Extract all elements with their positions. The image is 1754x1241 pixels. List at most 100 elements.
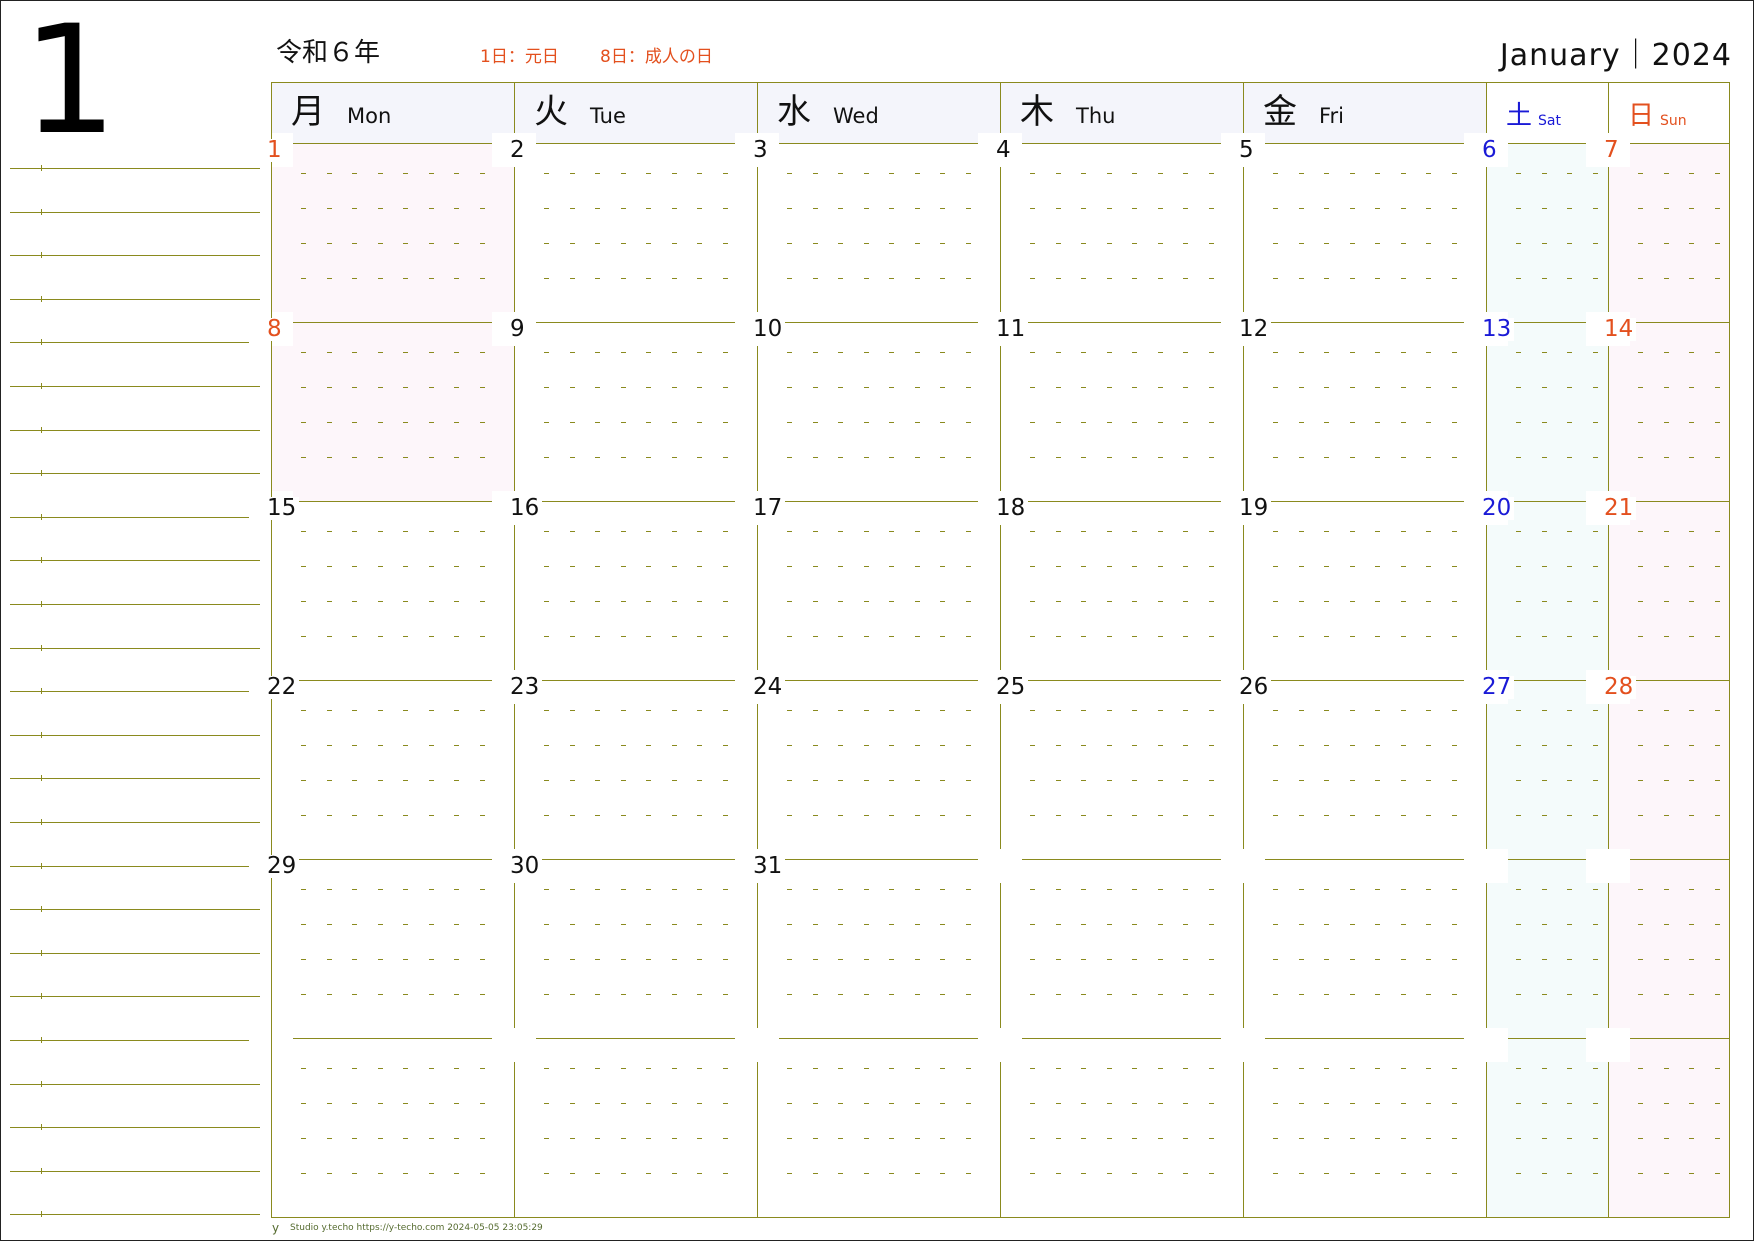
note-tick [41,950,42,956]
weekday-jp: 火 [534,92,568,132]
weekday-en: Sun [1660,113,1687,129]
note-line [10,1214,260,1215]
note-tick [41,296,42,302]
note-line [10,255,260,256]
note-line [10,473,260,474]
grid-frame [271,82,1730,1218]
note-line [10,822,260,823]
note-line [10,168,260,169]
weekday-header: 木 Thu [1000,83,1243,143]
note-line [10,560,260,561]
note-line [10,996,260,997]
day-number: 16 [507,497,543,520]
footer-credit: Studio y.techo https://y-techo.com 2024-… [290,1223,543,1233]
note-tick [41,819,42,825]
weekday-en: Thu [1076,104,1116,128]
month-year-title: January｜2024 [1499,38,1732,73]
day-number: 9 [507,318,528,341]
day-number: 19 [1236,497,1272,520]
note-line [10,735,260,736]
era-year-label: 令和６年 [276,38,381,68]
note-line [10,386,260,387]
note-tick [41,645,42,651]
day-number: 18 [993,497,1029,520]
note-tick [41,1211,42,1217]
note-tick [41,775,42,781]
note-line [10,866,260,867]
day-number: 3 [750,139,771,162]
day-number: 29 [264,855,300,878]
holiday-note-2: 8日：成人の日 [600,47,713,67]
note-line [10,909,260,910]
weekday-en: Fri [1319,104,1345,128]
weekday-header: 水 Wed [757,83,1000,143]
weekday-header: 火 Tue [514,83,757,143]
weekday-jp: 土 [1506,101,1533,131]
day-number: 26 [1236,676,1272,699]
day-number: 14 [1601,318,1637,341]
note-tick [41,514,42,520]
day-number: 27 [1479,676,1515,699]
weekday-en: Wed [833,104,879,128]
day-number: 25 [993,676,1029,699]
day-number: 20 [1479,497,1515,520]
day-number: 8 [264,318,285,341]
day-number: 10 [750,318,786,341]
day-number: 7 [1601,139,1622,162]
day-number: 12 [1236,318,1272,341]
note-line [10,1084,260,1085]
day-number: 2 [507,139,528,162]
weekday-jp: 日 [1628,101,1655,131]
day-number: 30 [507,855,543,878]
note-line [10,212,260,213]
note-tick [41,1037,42,1043]
day-number: 22 [264,676,300,699]
note-line [10,299,260,300]
note-tick [41,339,42,345]
holiday-note-1: 1日：元日 [480,47,559,67]
note-line [10,1040,260,1041]
note-tick [41,165,42,171]
weekday-header: 日 Sun [1608,83,1730,143]
weekday-en: Tue [590,104,626,128]
note-tick [41,252,42,258]
weekday-header: 月 Mon [271,83,514,143]
note-tick [41,732,42,738]
note-line [10,778,260,779]
weekday-header: 金 Fri [1243,83,1486,143]
day-number: 15 [264,497,300,520]
weekday-jp: 水 [777,92,811,132]
note-tick [41,470,42,476]
note-line [10,604,260,605]
note-tick [41,1124,42,1130]
note-tick [41,1168,42,1174]
note-line [10,691,260,692]
weekday-en: Sat [1538,113,1561,129]
note-tick [41,427,42,433]
day-number: 6 [1479,139,1500,162]
note-tick [41,906,42,912]
note-tick [41,383,42,389]
note-tick [41,1081,42,1087]
day-number: 1 [264,139,285,162]
day-number: 4 [993,139,1014,162]
note-line [10,517,260,518]
month-number: 1 [22,0,118,168]
day-number: 28 [1601,676,1637,699]
weekday-jp: 月 [291,92,325,132]
day-number: 21 [1601,497,1637,520]
day-number: 31 [750,855,786,878]
weekday-header: 土 Sat [1486,83,1608,143]
note-line [10,430,260,431]
day-number: 17 [750,497,786,520]
day-number: 5 [1236,139,1257,162]
note-line [10,953,260,954]
note-line [10,1171,260,1172]
weekday-jp: 木 [1020,92,1054,132]
weekday-jp: 金 [1263,92,1297,132]
note-tick [41,863,42,869]
weekday-en: Mon [347,104,392,128]
note-tick [41,601,42,607]
studio-logo: y [272,1221,280,1235]
note-tick [41,688,42,694]
